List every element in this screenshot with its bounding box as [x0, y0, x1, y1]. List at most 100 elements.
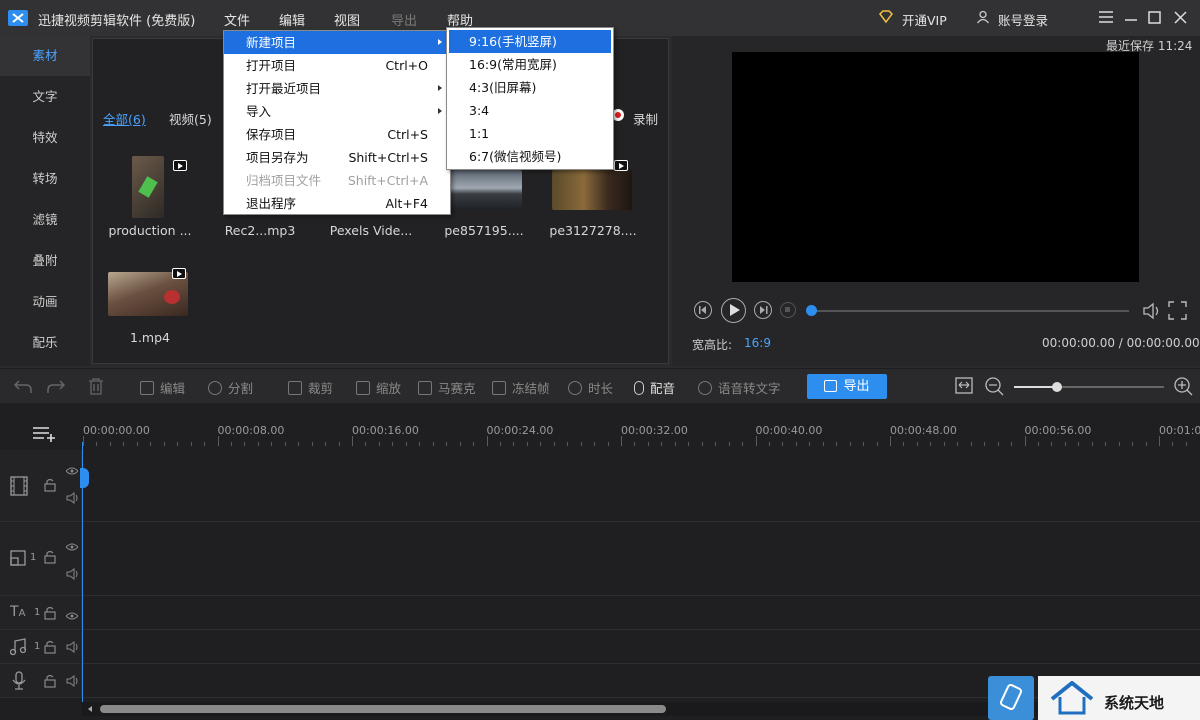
nav-item-music[interactable]: 配乐 [0, 323, 90, 363]
tool-zoom[interactable]: 缩放 [356, 378, 401, 397]
media-item-label[interactable]: production ... [90, 223, 210, 238]
zoom-in-icon[interactable] [1174, 377, 1193, 399]
menu-export[interactable]: 导出 [391, 10, 417, 29]
overlay-track[interactable]: 1 [0, 522, 1200, 596]
submenu-item-9-16[interactable]: 9:16(手机竖屏) [449, 30, 611, 53]
tool-crop[interactable]: 裁剪 [288, 378, 333, 397]
ruler-tick [1051, 442, 1053, 446]
progress-knob[interactable] [806, 305, 817, 316]
eye-icon[interactable] [65, 609, 79, 623]
menu-edit[interactable]: 编辑 [279, 10, 305, 29]
media-thumbnail[interactable] [132, 156, 164, 218]
music-track[interactable]: 1 [0, 630, 1200, 664]
menu-item-import[interactable]: 导入 [224, 100, 450, 123]
fit-timeline-icon[interactable] [955, 377, 973, 397]
nav-item-animation[interactable]: 动画 [0, 282, 90, 322]
nav-item-material[interactable]: 素材 [0, 36, 90, 76]
lock-icon[interactable] [44, 674, 56, 691]
aspect-ratio-value[interactable]: 16:9 [744, 336, 771, 350]
video-track[interactable] [0, 450, 1200, 522]
nav-item-effects[interactable]: 特效 [0, 118, 90, 158]
media-thumbnail[interactable] [552, 170, 632, 210]
minimize-icon[interactable] [1124, 11, 1138, 26]
eye-icon[interactable] [65, 464, 79, 478]
ruler-tick [1037, 442, 1039, 446]
export-icon [824, 380, 838, 392]
hamburger-menu-icon[interactable] [1099, 11, 1113, 26]
tool-speech-to-text[interactable]: 语音转文字 [698, 378, 781, 397]
submenu-item-3-4[interactable]: 3:4 [449, 99, 611, 122]
undo-icon[interactable] [13, 378, 32, 397]
nav-item-text[interactable]: 文字 [0, 77, 90, 117]
speaker-icon[interactable] [66, 568, 78, 583]
vip-button[interactable]: 开通VIP [902, 10, 947, 29]
fullscreen-icon[interactable] [1168, 301, 1187, 323]
redo-icon[interactable] [47, 378, 66, 397]
ruler-tick [943, 442, 945, 446]
timeline: 00:00:00.00 00:00:08.00 00:00:16.00 00:00:2… [0, 404, 1200, 720]
menu-item-new-project[interactable]: 新建项目 [224, 31, 450, 54]
media-item-label[interactable]: pe3127278.... [533, 223, 653, 238]
tool-split[interactable]: 分割 [208, 378, 253, 397]
menu-item-exit[interactable]: 退出程序 Alt+F4 [224, 192, 450, 215]
menu-item-label: 新建项目 [246, 35, 297, 50]
tab-video[interactable]: 视频(5) [169, 109, 212, 128]
lock-icon[interactable] [44, 478, 56, 495]
media-thumbnail[interactable] [450, 170, 522, 210]
track-header: 1 [0, 522, 82, 595]
delete-icon[interactable] [88, 378, 104, 398]
speaker-icon[interactable] [66, 641, 78, 656]
menu-item-archive[interactable]: 归档项目文件 Shift+Ctrl+A [224, 169, 450, 192]
zoom-out-icon[interactable] [985, 377, 1004, 399]
menu-view[interactable]: 视图 [334, 10, 360, 29]
record-button[interactable]: 录制 [633, 109, 658, 128]
progress-track[interactable] [809, 310, 1129, 312]
export-button[interactable]: 导出 [807, 374, 887, 399]
media-item-label[interactable]: Pexels Vide... [311, 223, 431, 238]
menu-item-open-recent[interactable]: 打开最近项目 [224, 77, 450, 100]
menu-item-save-as[interactable]: 项目另存为 Shift+Ctrl+S [224, 146, 450, 169]
tool-mosaic[interactable]: 马赛克 [418, 378, 476, 397]
text-track[interactable]: TA 1 [0, 596, 1200, 630]
eye-icon[interactable] [65, 540, 79, 554]
submenu-item-16-9[interactable]: 16:9(常用宽屏) [449, 53, 611, 76]
submenu-item-1-1[interactable]: 1:1 [449, 122, 611, 145]
maximize-icon[interactable] [1148, 11, 1161, 27]
play-button[interactable] [721, 298, 746, 323]
ruler-tick [890, 436, 891, 446]
ruler-tick [540, 442, 542, 446]
lock-icon[interactable] [44, 606, 56, 623]
submenu-item-6-7[interactable]: 6:7(微信视频号) [449, 145, 611, 168]
tool-dub[interactable]: 配音 [634, 378, 675, 397]
volume-icon[interactable] [1142, 301, 1162, 324]
lock-icon[interactable] [44, 640, 56, 657]
zoom-slider-knob[interactable] [1052, 382, 1062, 392]
scroll-left-icon[interactable] [88, 706, 92, 712]
tab-all[interactable]: 全部(6) [103, 109, 146, 128]
nav-item-transitions[interactable]: 转场 [0, 159, 90, 199]
menu-item-save-project[interactable]: 保存项目 Ctrl+S [224, 123, 450, 146]
ruler-tick [284, 442, 286, 446]
submenu-item-4-3[interactable]: 4:3(旧屏幕) [449, 76, 611, 99]
tool-duration[interactable]: 时长 [568, 378, 613, 397]
next-frame-button[interactable] [754, 301, 772, 319]
menu-file[interactable]: 文件 [224, 10, 250, 29]
tool-edit[interactable]: 编辑 [140, 378, 185, 397]
close-icon[interactable] [1174, 11, 1187, 27]
lock-icon[interactable] [44, 550, 56, 567]
media-item-label[interactable]: pe857195.... [424, 223, 544, 238]
login-button[interactable]: 账号登录 [998, 10, 1048, 29]
media-item-label[interactable]: Rec2...mp3 [200, 223, 320, 238]
media-item-label[interactable]: 1.mp4 [90, 330, 210, 345]
prev-frame-button[interactable] [694, 301, 712, 319]
stop-button[interactable] [780, 302, 796, 318]
tool-freeze[interactable]: 冻结帧 [492, 378, 550, 397]
speaker-icon[interactable] [66, 492, 78, 507]
time-ruler[interactable]: 00:00:00.00 00:00:08.00 00:00:16.00 00:00:2… [0, 404, 1200, 448]
scrollbar-thumb[interactable] [100, 705, 666, 713]
nav-item-filters[interactable]: 滤镜 [0, 200, 90, 240]
speaker-icon[interactable] [66, 675, 78, 690]
nav-item-overlay[interactable]: 叠附 [0, 241, 90, 281]
zoom-slider-fill [1014, 386, 1057, 388]
menu-item-open-project[interactable]: 打开项目 Ctrl+O [224, 54, 450, 77]
